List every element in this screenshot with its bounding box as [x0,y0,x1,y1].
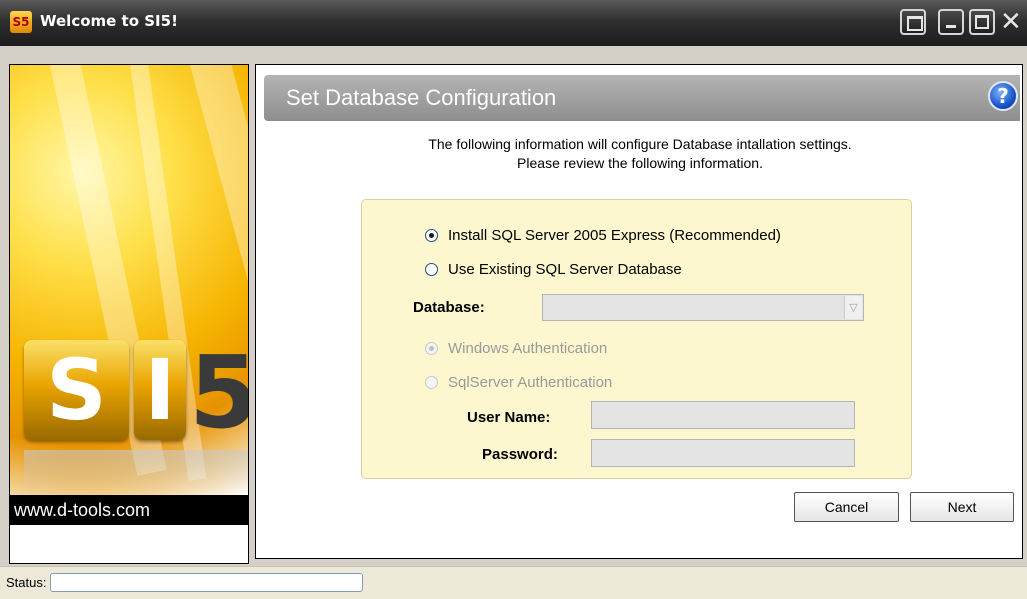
maximize-button[interactable] [969,9,995,35]
username-field[interactable] [591,401,855,429]
page-title: Set Database Configuration [286,85,557,110]
main-panel: Set Database Configuration ? The followi… [255,64,1023,559]
intro-line-1: The following information will configure… [428,136,852,152]
branding-panel: S I 5 www.d-tools.com [9,64,249,564]
website-label: www.d-tools.com [10,495,248,525]
install-express-radio[interactable] [425,229,438,242]
cancel-button[interactable]: Cancel [794,492,899,522]
intro-line-2: Please review the following information. [517,155,763,171]
window-title: Welcome to SI5! [40,12,178,30]
database-config-box: Install SQL Server 2005 Express (Recomme… [361,199,912,479]
windows-auth-radio[interactable] [425,342,438,355]
status-label: Status: [6,575,47,590]
database-label: Database: [413,299,485,316]
intro-text: The following information will configure… [256,135,1024,173]
status-field [50,573,363,592]
status-bar: Status: [0,566,1027,599]
close-icon: ✕ [1000,7,1022,37]
minimize-icon [946,25,956,28]
use-existing-radio[interactable] [425,263,438,276]
sqlserver-auth-radio[interactable] [425,376,438,389]
title-bar: S5 Welcome to SI5! ✕ [0,0,1027,46]
header-bar: Set Database Configuration ? [264,75,1020,121]
windows-auth-label[interactable]: Windows Authentication [448,340,607,357]
restore-button[interactable] [900,9,926,35]
sqlserver-auth-label[interactable]: SqlServer Authentication [448,374,612,391]
minimize-button[interactable] [938,9,964,35]
restore-icon [907,16,923,31]
install-express-label[interactable]: Install SQL Server 2005 Express (Recomme… [448,227,781,244]
help-icon[interactable]: ? [988,81,1018,111]
use-existing-label[interactable]: Use Existing SQL Server Database [448,261,682,278]
close-button[interactable]: ✕ [998,9,1026,35]
maximize-icon [975,15,989,29]
username-label: User Name: [467,409,551,426]
app-icon: S5 [10,11,32,33]
password-field[interactable] [591,439,855,467]
password-label: Password: [482,446,558,463]
next-button[interactable]: Next [910,492,1014,522]
chevron-down-icon[interactable]: ▽ [844,296,862,319]
database-select[interactable]: ▽ [542,294,864,321]
